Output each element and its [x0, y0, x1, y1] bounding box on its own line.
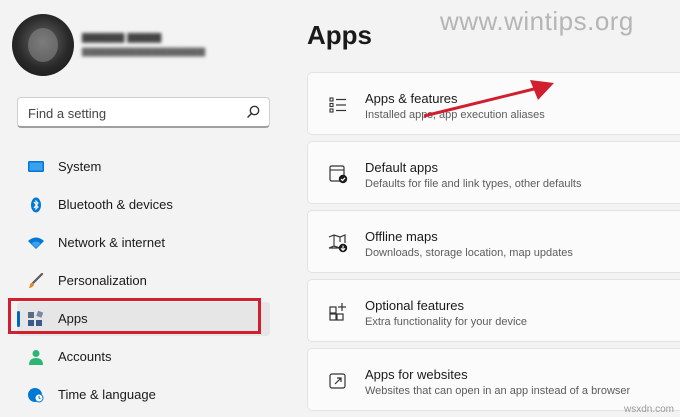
user-profile[interactable]: ▆▆▆▆▆ ▆▆▆▆ ▆▆▆▆▆▆▆▆▆▆▆▆▆▆▆▆ [12, 14, 242, 76]
annotation-arrow [423, 80, 554, 118]
card-optional-features[interactable]: Optional features Extra functionality fo… [307, 279, 680, 342]
sidebar-item-accounts[interactable]: Accounts [17, 340, 270, 374]
card-default-apps[interactable]: Default apps Defaults for file and link … [307, 141, 680, 204]
open-link-icon [329, 373, 346, 389]
sidebar-item-system[interactable]: System [17, 150, 270, 184]
grid-plus-icon [329, 303, 346, 321]
sidebar-item-label: System [58, 159, 102, 174]
sidebar-item-label: Personalization [58, 273, 147, 288]
sidebar-item-label: Accounts [58, 349, 112, 364]
profile-name-blurred: ▆▆▆▆▆ ▆▆▆▆ [82, 31, 162, 43]
sidebar-item-label: Time & language [58, 387, 156, 402]
annotation-highlight-box [8, 298, 261, 334]
credit-watermark: wsxdn.com [623, 404, 674, 415]
card-subtitle: Extra functionality for your device [365, 316, 528, 328]
card-subtitle: Downloads, storage location, map updates [365, 247, 573, 259]
list-icon [329, 97, 346, 113]
map-icon [328, 234, 348, 253]
search-icon[interactable] [245, 104, 261, 120]
sidebar: ▆▆▆▆▆ ▆▆▆▆ ▆▆▆▆▆▆▆▆▆▆▆▆▆▆▆▆ System Bluet… [0, 0, 290, 417]
card-title: Default apps [365, 160, 438, 175]
card-subtitle: Defaults for file and link types, other … [365, 178, 582, 190]
profile-email-blurred: ▆▆▆▆▆▆▆▆▆▆▆▆▆▆▆▆ [82, 46, 206, 57]
sidebar-item-network[interactable]: Network & internet [17, 226, 270, 260]
wifi-icon [28, 237, 44, 249]
sidebar-item-time-language[interactable]: Time & language [17, 378, 270, 412]
sidebar-item-personalization[interactable]: Personalization [17, 264, 270, 298]
sidebar-item-label: Bluetooth & devices [58, 197, 173, 212]
person-icon [29, 350, 43, 365]
search-input[interactable] [26, 103, 245, 123]
search-box[interactable] [17, 97, 270, 128]
avatar [12, 14, 74, 76]
page-title: Apps [307, 20, 372, 50]
card-offline-maps[interactable]: Offline maps Downloads, storage location… [307, 210, 680, 273]
watermark: www.wintips.org [440, 6, 634, 36]
sidebar-item-label: Network & internet [58, 235, 165, 250]
default-apps-icon [329, 165, 348, 184]
globe-clock-icon [28, 388, 44, 403]
bluetooth-icon [31, 197, 41, 213]
card-title: Offline maps [365, 229, 438, 244]
brush-icon [29, 273, 44, 288]
card-apps-for-websites[interactable]: Apps for websites Websites that can open… [307, 348, 680, 411]
card-title: Optional features [365, 298, 465, 313]
monitor-icon [28, 161, 44, 172]
card-title: Apps for websites [365, 367, 468, 382]
card-subtitle: Websites that can open in an app instead… [365, 385, 631, 397]
sidebar-item-bluetooth[interactable]: Bluetooth & devices [17, 188, 270, 222]
